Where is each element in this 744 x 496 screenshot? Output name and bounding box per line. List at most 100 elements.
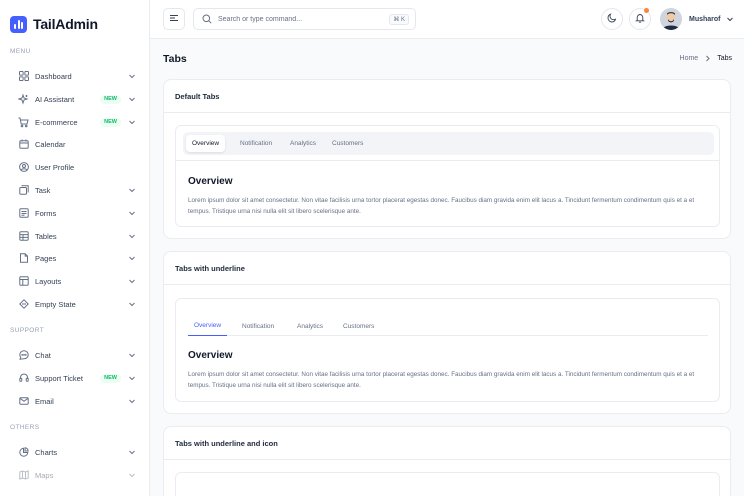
menu-icon [169,10,179,28]
chevron-down-icon [127,351,136,360]
sidebar: TailAdmin MENU Dashboard AI Assistant NE… [0,0,150,496]
tab-overview[interactable]: Overview [188,316,228,336]
sidebar-item-dashboard[interactable]: Dashboard [10,67,136,85]
sidebar-item-charts[interactable]: Charts [10,443,136,461]
tab-notification[interactable]: Notification [234,135,278,152]
sidebar-item-empty-state[interactable]: Empty State [10,295,136,313]
chevron-down-icon [127,471,136,480]
moon-icon [607,10,617,28]
form-icon [17,207,30,220]
sidebar-item-label: Layouts [35,276,62,286]
notifications-button[interactable] [629,8,651,30]
calendar-icon [17,138,30,151]
tab-customers[interactable]: Customers [326,135,369,152]
new-badge: NEW [100,117,121,127]
tab-notification[interactable]: Notification [236,316,280,336]
sidebar-item-support-ticket[interactable]: Support Ticket NEW [10,369,136,387]
tabs-container: Overview Notification Analytics Customer… [175,125,720,227]
top-header: ⌘ K Musharof [150,0,744,39]
sidebar-item-layouts[interactable]: Layouts [10,272,136,290]
dark-mode-toggle-button[interactable] [601,8,623,30]
sidebar-item-label: Empty State [35,299,76,309]
chevron-down-icon [127,254,136,263]
search-input[interactable] [218,15,378,23]
tab-panel-title: Overview [188,350,233,361]
bell-icon [635,10,645,28]
sidebar-item-chat[interactable]: Chat [10,346,136,364]
task-icon [17,184,30,197]
sidebar-item-tables[interactable]: Tables [10,227,136,245]
sidebar-item-pages[interactable]: Pages [10,249,136,267]
default-tabs-card: Default Tabs Overview Notification Analy… [163,79,731,239]
sidebar-item-label: Chat [35,350,51,360]
sidebar-item-user-profile[interactable]: User Profile [10,158,136,176]
sidebar-item-ai-assistant[interactable]: AI Assistant NEW [10,90,136,108]
new-badge: NEW [100,94,121,104]
user-circle-icon [17,161,30,174]
divider [176,160,719,161]
section-label-menu: MENU [10,48,31,55]
sidebar-item-label: Forms [35,208,57,218]
sidebar-item-e-commerce[interactable]: E-commerce NEW [10,113,136,131]
sidebar-item-calendar[interactable]: Calendar [10,135,136,153]
sidebar-item-forms[interactable]: Forms [10,204,136,222]
chevron-down-icon [127,300,136,309]
sidebar-item-task[interactable]: Task [10,181,136,199]
chat-icon [17,349,30,362]
map-icon [17,469,30,482]
sidebar-item-email[interactable]: Email [10,392,136,410]
keyboard-shortcut-badge: ⌘ K [389,13,409,25]
sidebar-item-label: Dashboard [35,71,72,81]
brand-logo[interactable]: TailAdmin [10,14,98,34]
sidebar-item-label: Tables [35,231,57,241]
logo-mark-icon [10,15,27,33]
underline-tabs-card: Tabs with underline Overview Notificatio… [163,251,731,414]
pie-chart-icon [17,446,30,459]
tab-bar: Overview Notification Analytics Customer… [188,316,708,336]
avatar [660,8,682,30]
tab-overview[interactable]: Overview [186,135,226,152]
tab-customers[interactable]: Customers [337,316,380,336]
card-title: Tabs with underline and icon [164,427,730,460]
sidebar-toggle-button[interactable] [163,8,185,30]
sidebar-item-label: Pages [35,253,57,263]
breadcrumb-current: Tabs [717,55,732,62]
layout-icon [17,275,30,288]
tab-analytics[interactable]: Analytics [284,135,322,152]
sidebar-item-maps[interactable]: Maps [10,466,136,484]
chevron-right-icon [704,55,711,62]
tab-panel-text: Lorem ipsum dolor sit amet consectetur. … [188,371,695,389]
chevron-down-icon [127,374,136,383]
table-icon [17,230,30,243]
breadcrumb-home-link[interactable]: Home [680,55,699,62]
headset-icon [17,372,30,385]
section-label-support: SUPPORT [10,327,45,334]
diamond-icon [17,298,30,311]
tabs-container [175,472,720,496]
tab-analytics[interactable]: Analytics [291,316,329,336]
card-title: Default Tabs [164,80,730,113]
notification-dot [644,8,649,13]
chevron-down-icon [127,448,136,457]
search-bar: ⌘ K [193,8,416,30]
sidebar-item-label: User Profile [35,162,75,172]
cart-icon [17,116,30,129]
sidebar-item-label: Email [35,396,54,406]
sidebar-item-label: Task [35,185,51,195]
mail-icon [17,395,30,408]
tab-panel-title: Overview [188,176,233,187]
user-menu[interactable]: Musharof [660,8,734,30]
chevron-down-icon [127,277,136,286]
tab-bar: Overview Notification Analytics Customer… [183,132,714,155]
section-label-others: OTHERS [10,424,40,431]
sidebar-item-label: AI Assistant [35,94,75,104]
grid-icon [17,70,30,83]
sidebar-item-label: E-commerce [35,117,78,127]
card-title: Tabs with underline [164,252,730,285]
sidebar-item-label: Maps [35,470,54,480]
chevron-down-icon [127,397,136,406]
chevron-down-icon [127,95,136,104]
chevron-down-icon [726,15,734,23]
tabs-container: Overview Notification Analytics Customer… [175,298,720,402]
chevron-down-icon [127,232,136,241]
